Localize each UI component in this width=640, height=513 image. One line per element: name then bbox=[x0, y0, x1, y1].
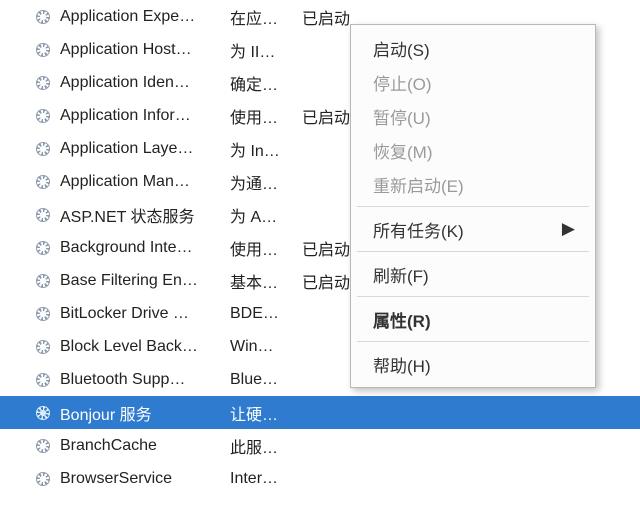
service-name: BitLocker Drive … bbox=[60, 305, 230, 323]
gear-icon bbox=[34, 107, 52, 125]
service-name: Application Iden… bbox=[60, 74, 230, 92]
service-name: BranchCache bbox=[60, 437, 230, 455]
service-row[interactable]: BranchCache此服… bbox=[0, 429, 640, 462]
menu-start-label: 启动(S) bbox=[373, 36, 430, 61]
service-name: Application Expe… bbox=[60, 8, 230, 26]
service-description: 为 A… bbox=[230, 203, 302, 227]
menu-help[interactable]: 帮助(H) bbox=[353, 347, 593, 381]
service-description: BDE… bbox=[230, 305, 302, 323]
menu-refresh[interactable]: 刷新(F) bbox=[353, 257, 593, 291]
gear-icon bbox=[34, 305, 52, 323]
service-description: 让硬… bbox=[230, 401, 302, 425]
service-row[interactable]: Bonjour 服务让硬… bbox=[0, 396, 640, 429]
context-menu: 启动(S) 停止(O) 暂停(U) 恢复(M) 重新启动(E) 所有任务(K) … bbox=[350, 24, 596, 388]
gear-icon bbox=[34, 140, 52, 158]
service-row[interactable]: BrowserServiceInter… bbox=[0, 462, 640, 495]
menu-restart: 重新启动(E) bbox=[353, 167, 593, 201]
service-name: ASP.NET 状态服务 bbox=[60, 203, 230, 227]
gear-icon bbox=[34, 206, 52, 224]
service-name: Application Host… bbox=[60, 41, 230, 59]
menu-pause: 暂停(U) bbox=[353, 99, 593, 133]
service-description: 为 II… bbox=[230, 38, 302, 62]
service-name: Bonjour 服务 bbox=[60, 401, 230, 425]
gear-icon bbox=[34, 338, 52, 356]
service-name: BrowserService bbox=[60, 470, 230, 488]
service-description: 基本… bbox=[230, 269, 302, 293]
service-name: Bluetooth Supp… bbox=[60, 371, 230, 389]
menu-separator bbox=[357, 206, 589, 207]
gear-icon bbox=[34, 371, 52, 389]
menu-help-label: 帮助(H) bbox=[373, 352, 431, 377]
service-name: Base Filtering En… bbox=[60, 272, 230, 290]
gear-icon bbox=[34, 8, 52, 26]
menu-stop-label: 停止(O) bbox=[373, 70, 432, 95]
gear-icon bbox=[34, 437, 52, 455]
service-description: 使用… bbox=[230, 104, 302, 128]
menu-resume: 恢复(M) bbox=[353, 133, 593, 167]
gear-icon bbox=[34, 404, 52, 422]
service-name: Block Level Back… bbox=[60, 338, 230, 356]
service-description: Win… bbox=[230, 338, 302, 356]
service-description: Inter… bbox=[230, 470, 302, 488]
service-name: Application Infor… bbox=[60, 107, 230, 125]
menu-separator bbox=[357, 341, 589, 342]
menu-stop: 停止(O) bbox=[353, 65, 593, 99]
gear-icon bbox=[34, 239, 52, 257]
service-name: Application Laye… bbox=[60, 140, 230, 158]
service-description: 在应… bbox=[230, 5, 302, 29]
menu-all-tasks-label: 所有任务(K) bbox=[373, 217, 464, 242]
gear-icon bbox=[34, 41, 52, 59]
gear-icon bbox=[34, 272, 52, 290]
gear-icon bbox=[34, 74, 52, 92]
service-description: 为通… bbox=[230, 170, 302, 194]
services-list-viewport: Application Expe…在应…已启动Application Host…… bbox=[0, 0, 640, 513]
menu-start[interactable]: 启动(S) bbox=[353, 31, 593, 65]
menu-all-tasks[interactable]: 所有任务(K) ▶ bbox=[353, 212, 593, 246]
menu-properties-label: 属性(R) bbox=[373, 307, 431, 332]
gear-icon bbox=[34, 173, 52, 191]
menu-refresh-label: 刷新(F) bbox=[373, 262, 429, 287]
submenu-arrow-icon: ▶ bbox=[562, 219, 575, 239]
service-name: Application Man… bbox=[60, 173, 230, 191]
service-description: 为 In… bbox=[230, 137, 302, 161]
service-description: Blue… bbox=[230, 371, 302, 389]
service-description: 此服… bbox=[230, 434, 302, 458]
menu-separator bbox=[357, 251, 589, 252]
service-description: 确定… bbox=[230, 71, 302, 95]
menu-properties[interactable]: 属性(R) bbox=[353, 302, 593, 336]
gear-icon bbox=[34, 470, 52, 488]
menu-separator bbox=[357, 296, 589, 297]
service-name: Background Inte… bbox=[60, 239, 230, 257]
service-description: 使用… bbox=[230, 236, 302, 260]
menu-pause-label: 暂停(U) bbox=[373, 104, 431, 129]
menu-restart-label: 重新启动(E) bbox=[373, 172, 464, 197]
menu-resume-label: 恢复(M) bbox=[373, 138, 432, 163]
